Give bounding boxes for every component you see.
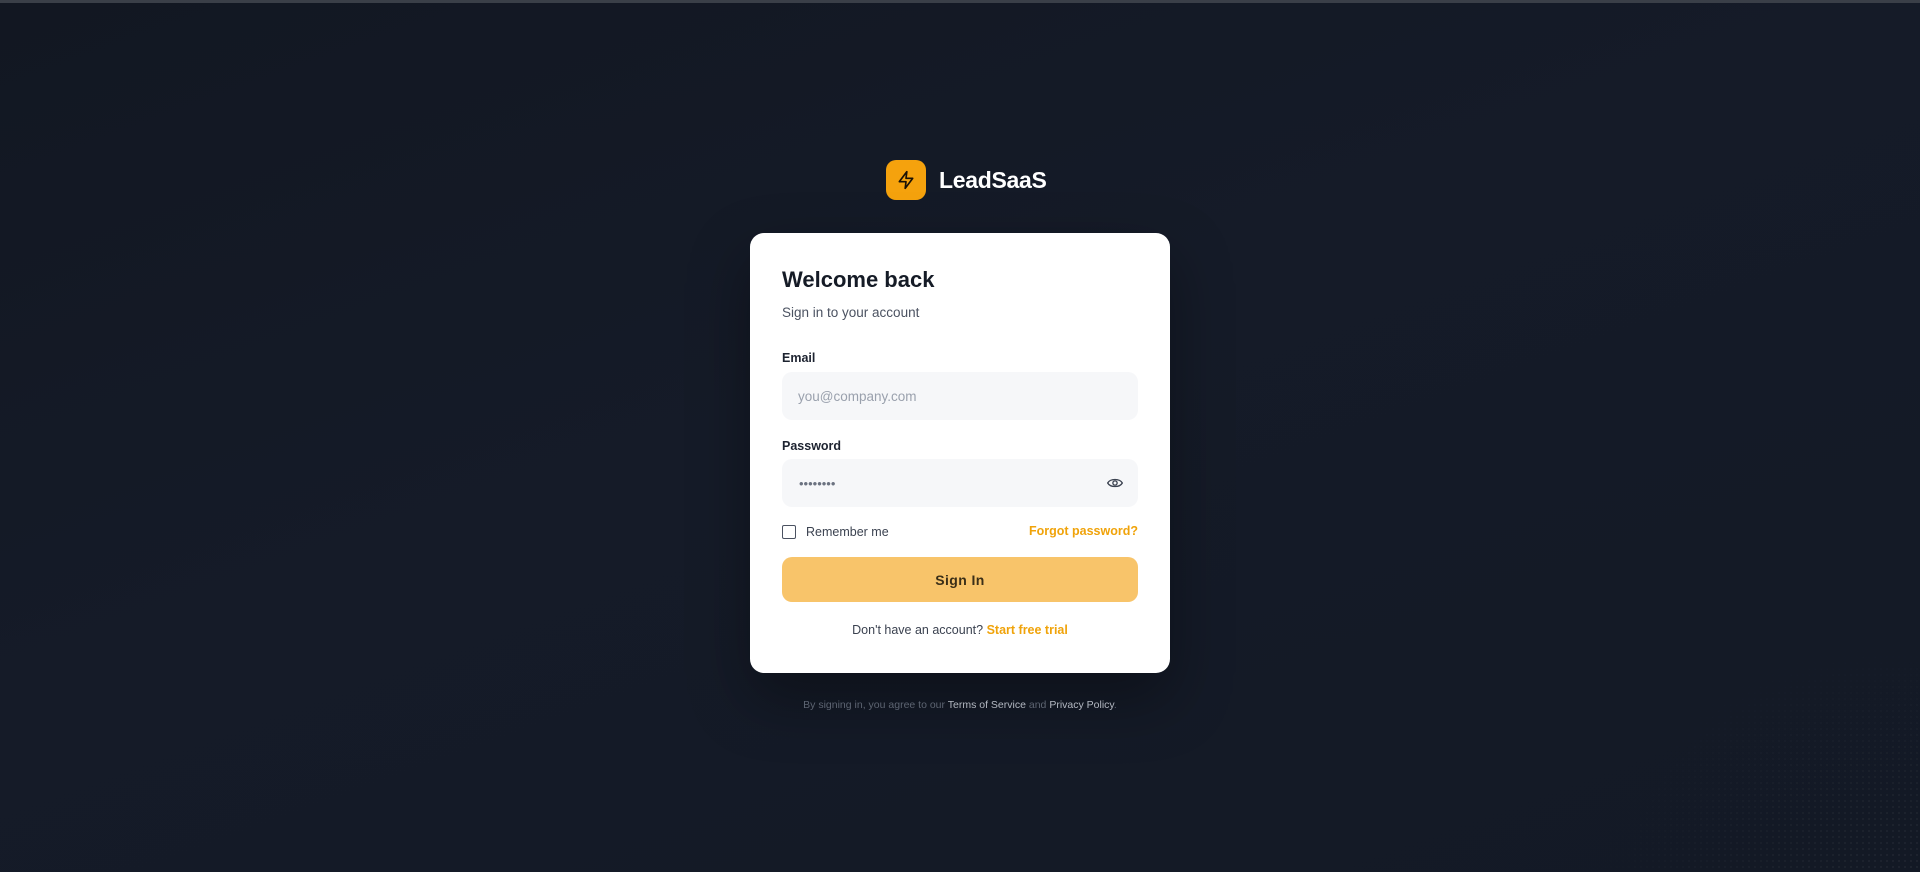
email-field-container [782, 372, 1138, 420]
sign-in-button[interactable]: Sign In [782, 557, 1138, 602]
footer-prefix: By signing in, you agree to our [803, 699, 946, 711]
remember-me-toggle[interactable]: Remember me [782, 524, 889, 540]
legal-footer: By signing in, you agree to our Terms of… [0, 700, 1920, 711]
eye-icon[interactable] [1106, 475, 1124, 491]
brand-name: LeadSaaS [939, 166, 1047, 193]
password-field[interactable]: •••••••• [782, 459, 1138, 507]
terms-of-service-link[interactable]: Terms of Service [948, 699, 1026, 711]
start-free-trial-link[interactable]: Start free trial [987, 623, 1068, 637]
signup-prompt-text: Don't have an account? [852, 623, 984, 637]
password-label: Password [782, 439, 842, 453]
login-card: Welcome back Sign in to your account Ema… [750, 233, 1170, 673]
email-label: Email [782, 351, 816, 365]
page-subtitle: Sign in to your account [782, 305, 920, 320]
signup-prompt-row: Don't have an account? Start free trial [750, 624, 1170, 637]
footer-suffix: . [1113, 699, 1117, 711]
password-masked-value: •••••••• [799, 476, 836, 491]
window-top-border [0, 0, 1920, 3]
email-field[interactable] [782, 372, 1138, 420]
remember-me-label: Remember me [806, 525, 889, 539]
footer-conjunction: and [1028, 699, 1047, 711]
page-title: Welcome back [782, 267, 935, 292]
privacy-policy-link[interactable]: Privacy Policy [1049, 699, 1114, 711]
background-dot-pattern [1560, 612, 1920, 872]
brand-header: LeadSaaS [886, 160, 1047, 200]
remember-me-checkbox[interactable] [782, 525, 796, 539]
forgot-password-link[interactable]: Forgot password? [1029, 525, 1138, 538]
lightning-bolt-icon [886, 160, 926, 200]
